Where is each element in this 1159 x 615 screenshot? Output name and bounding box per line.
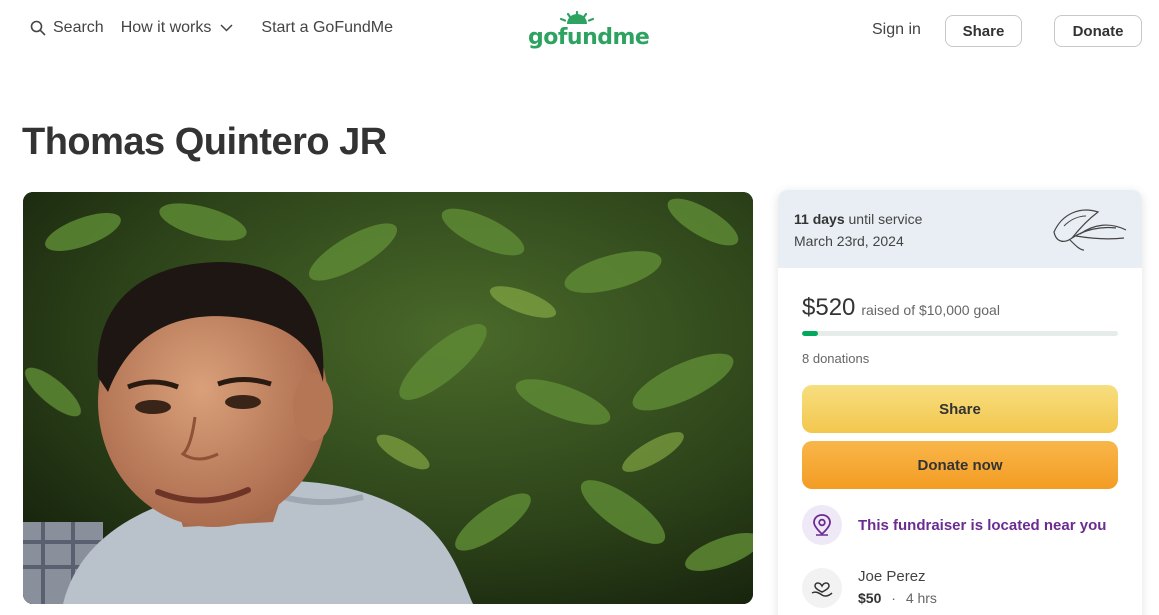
search-icon (30, 20, 46, 36)
heart-hand-icon-wrap (802, 568, 842, 608)
chevron-down-icon (220, 24, 233, 32)
lily-flower-icon (1053, 209, 1127, 251)
logo-sun-icon (559, 11, 595, 24)
donor-separator: · (891, 590, 896, 606)
donation-card: 11 days until service March 23rd, 2024 $… (778, 190, 1142, 615)
location-pin-icon (813, 514, 831, 536)
header-donate-button[interactable]: Donate (1054, 15, 1142, 47)
gofundme-logo[interactable]: gofundme (528, 11, 650, 51)
donor-name: Joe Perez (858, 568, 926, 585)
raised-goal: raised of $10,000 goal (861, 302, 1000, 318)
service-banner: 11 days until service March 23rd, 2024 (778, 190, 1142, 268)
nav-left: Search How it works Start a GoFundMe (30, 19, 393, 37)
fundraiser-photo[interactable] (23, 192, 753, 604)
how-it-works-label: How it works (120, 19, 212, 36)
service-countdown: 11 days until service (794, 211, 922, 227)
heart-hand-icon (811, 582, 833, 597)
progress-bar (802, 331, 1118, 336)
start-gofundme-label: Start a GoFundMe (261, 19, 394, 36)
logo-text: gofundme (528, 25, 650, 50)
donor-time: 4 hrs (905, 590, 937, 606)
nearby-text: This fundraiser is located near you (858, 516, 1107, 534)
sign-in-link[interactable]: Sign in (872, 21, 921, 39)
donor-amount: $50 (858, 590, 882, 606)
recent-donation: Joe Perez $50 · 4 hrs (802, 568, 937, 608)
how-it-works-dropdown[interactable]: How it works (121, 19, 234, 37)
service-date: March 23rd, 2024 (794, 233, 904, 249)
search-button[interactable]: Search (30, 19, 104, 37)
donate-now-button[interactable]: Donate now (802, 441, 1118, 489)
location-pin-icon-wrap (802, 505, 842, 545)
donations-count: 8 donations (802, 351, 870, 366)
photo-illustration (23, 192, 753, 604)
raised-summary: $520 raised of $10,000 goal (802, 294, 1000, 322)
top-nav: Search How it works Start a GoFundMe gof… (0, 0, 1159, 62)
service-days: 11 days (794, 211, 845, 227)
service-suffix: until service (848, 211, 923, 227)
share-button[interactable]: Share (802, 385, 1118, 433)
raised-amount: $520 (802, 294, 856, 321)
donor-info: Joe Perez $50 · 4 hrs (858, 568, 937, 606)
nearby-notice: This fundraiser is located near you (802, 505, 1106, 545)
start-gofundme-link[interactable]: Start a GoFundMe (261, 19, 393, 37)
progress-fill (802, 331, 819, 336)
header-share-button[interactable]: Share (945, 15, 1022, 47)
donor-meta: $50 · 4 hrs (858, 590, 937, 606)
search-label: Search (53, 19, 104, 36)
page-title: Thomas Quintero JR (22, 121, 387, 163)
